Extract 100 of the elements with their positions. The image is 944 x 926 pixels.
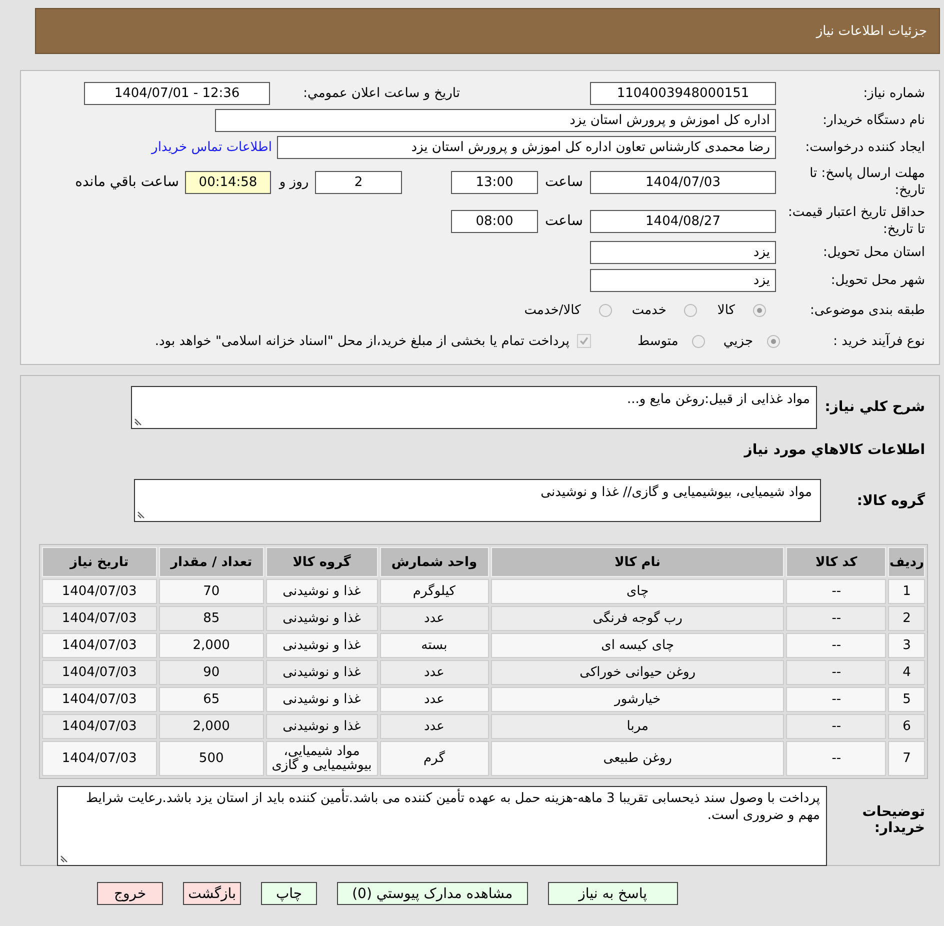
table-cell: 2 — [888, 606, 925, 631]
exit-button[interactable]: بازگشت — [183, 882, 241, 905]
validity-date-field[interactable]: 1404/08/27 — [590, 210, 776, 232]
radio-button[interactable] — [684, 304, 698, 316]
table-cell: 1404/07/03 — [42, 714, 157, 739]
table-cell: -- — [786, 714, 886, 739]
table-cell: 70 — [158, 579, 264, 604]
table-cell: غذا و نوشیدنی — [266, 579, 378, 604]
table-cell: 90 — [158, 660, 264, 685]
table-cell: غذا و نوشیدنی — [266, 606, 378, 631]
table-cell: -- — [786, 741, 886, 776]
action-button[interactable]: پاسخ به نیاز — [548, 882, 678, 905]
table-cell: عدد — [380, 660, 489, 685]
field-label: ساعت باقي مانده — [75, 174, 179, 190]
table-cell: 5 — [888, 687, 925, 712]
table-cell: چای کیسه ای — [490, 633, 784, 658]
table-cell: غذا و نوشیدنی — [266, 633, 378, 658]
table-cell: عدد — [380, 714, 489, 739]
field-label: نوع فرآیند خرید : — [832, 332, 925, 350]
table-cell: غذا و نوشیدنی — [266, 660, 378, 685]
page-title: جزئیات اطلاعات نیاز — [816, 24, 927, 38]
table-cell: 2,000 — [158, 633, 264, 658]
table-cell: -- — [786, 633, 886, 658]
table-cell: رب گوجه فرنگی — [490, 606, 784, 631]
resize-grip-icon[interactable] — [137, 511, 145, 519]
table-cell: 1404/07/03 — [42, 579, 157, 604]
field-label: کالا — [717, 302, 735, 318]
days-field[interactable]: 2 — [315, 170, 402, 194]
column-header: تعداد / مقدار — [158, 547, 264, 577]
table-cell: 65 — [158, 687, 264, 712]
table-cell: 2,000 — [158, 714, 264, 739]
field-label: شهر محل تحویل: — [830, 272, 925, 289]
radio-button[interactable] — [753, 304, 766, 316]
column-header: گروه کالا — [266, 547, 378, 577]
table-cell: چای — [490, 579, 784, 604]
field-label: استان محل تحویل: — [822, 244, 925, 261]
field-label: جزيي — [723, 332, 753, 350]
column-header: نام کالا — [490, 547, 784, 577]
need-number-field[interactable]: 1104003948000151 — [590, 82, 776, 105]
deadline-time-field[interactable]: 13:00 — [451, 170, 538, 194]
contact-link[interactable]: اطلاعات تماس خریدار — [152, 140, 272, 155]
table-cell: مربا — [490, 714, 784, 739]
field-label: شماره نیاز: — [862, 85, 925, 102]
requester-field[interactable]: رضا محمدی کارشناس تعاون اداره کل اموزش و پرورش استان یزد — [277, 136, 776, 159]
table-cell: 1404/07/03 — [42, 687, 157, 712]
field-label: شرح کلي نیاز: — [824, 399, 925, 415]
province-field[interactable]: یزد — [590, 241, 776, 264]
announce-date-field[interactable]: 1404/07/01 - 12:36 — [84, 82, 270, 105]
table-cell: روغن طبیعی — [490, 741, 784, 776]
radio-button[interactable] — [598, 304, 612, 316]
table-cell: عدد — [380, 687, 489, 712]
table-cell: روغن حیوانی خوراکی — [490, 660, 784, 685]
column-header: واحد شمارش — [380, 547, 489, 577]
resize-grip-icon[interactable] — [60, 855, 68, 863]
remaining-time-field[interactable]: 00:14:58 — [185, 170, 271, 194]
field-label: تاریخ و ساعت اعلان عمومي: — [302, 86, 460, 101]
table-cell: خیارشور — [490, 687, 784, 712]
table-cell: 4 — [888, 660, 925, 685]
field-label: نام دستگاه خریدار: — [822, 112, 925, 129]
field-label: پرداخت تمام یا بخشی از مبلغ خرید،از محل "اسناد خزانه اسلامی" خواهد بود. — [154, 332, 570, 350]
table-cell: کیلوگرم — [380, 579, 489, 604]
column-header: تاریخ نیاز — [42, 547, 157, 577]
validity-time-field[interactable]: 08:00 — [451, 210, 538, 232]
payment-checkbox[interactable] — [577, 334, 592, 348]
table-cell: 3 — [888, 633, 925, 658]
field-label: ساعت — [544, 213, 584, 229]
field-label: توضیحات خریدار: — [861, 804, 925, 836]
buyer-org-field[interactable]: اداره کل اموزش و پرورش استان یزد — [215, 109, 776, 132]
field-label: طبقه بندی موضوعی: — [808, 302, 925, 318]
table-cell: بسته — [380, 633, 489, 658]
radio-button[interactable] — [692, 334, 706, 348]
table-cell: 7 — [888, 741, 925, 776]
table-cell: 1404/07/03 — [42, 741, 157, 776]
city-field[interactable]: یزد — [590, 269, 776, 292]
resize-grip-icon[interactable] — [134, 418, 142, 426]
table-cell: 1404/07/03 — [42, 633, 157, 658]
field-label: متوسط — [637, 332, 678, 350]
buyer-notes-field[interactable]: پرداخت با وصول سند ذیحسابی تقریبا 3 ماهه-هزینه حمل به عهده تأمین کننده می باشد.تأمین کننده باید از استان یزد باشد.رعایت شرایط مهم و ضروری است. — [57, 786, 827, 866]
table-cell: -- — [786, 606, 886, 631]
field-label: روز و — [278, 174, 310, 190]
goods-group-field[interactable]: مواد شیمیایی، بیوشیمیایی و گازی// غذا و نوشیدنی — [134, 479, 821, 522]
deadline-date-field[interactable]: 1404/07/03 — [590, 170, 776, 194]
table-cell: مواد شیمیایی، بیوشیمیایی و گازی — [266, 741, 378, 776]
field-label: مهلت ارسال پاسخ: تا تاریخ: — [808, 165, 925, 199]
table-cell: -- — [786, 579, 886, 604]
action-button[interactable]: مشاهده مدارک پیوستي (0) — [337, 882, 528, 905]
table-cell: 6 — [888, 714, 925, 739]
table-cell: 500 — [158, 741, 264, 776]
action-button[interactable]: چاپ — [260, 882, 318, 905]
table-cell: عدد — [380, 606, 489, 631]
table-cell: -- — [786, 687, 886, 712]
table-cell: گرم — [380, 741, 489, 776]
field-label: حداقل تاریخ اعتبار قیمت: تا تاریخ: — [786, 204, 925, 238]
radio-button[interactable] — [767, 334, 780, 348]
table-cell: -- — [786, 660, 886, 685]
field-label: ساعت — [544, 174, 584, 190]
table-cell: غذا و نوشیدنی — [266, 687, 378, 712]
column-header: کد کالا — [786, 547, 886, 577]
exit-button[interactable]: خروج — [96, 882, 164, 905]
summary-field[interactable]: مواد غذایی از قبیل:روغن مایع و... — [131, 386, 817, 429]
